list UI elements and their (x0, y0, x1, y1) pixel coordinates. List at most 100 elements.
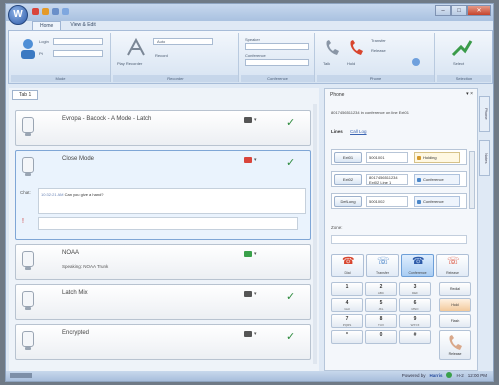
volume-dropdown[interactable]: ▾ (254, 157, 257, 163)
hold-status-icon (417, 156, 421, 160)
redial-button[interactable]: Redial (439, 282, 471, 296)
mode-login-label[interactable]: Login (39, 39, 49, 44)
answer-icon[interactable]: ✓ (286, 332, 298, 344)
vtab-phone[interactable]: Phone (479, 96, 490, 132)
speaker-icon[interactable] (244, 251, 252, 257)
mode-pt-field[interactable] (53, 50, 103, 57)
conference-field-2[interactable] (245, 59, 309, 66)
tab-1[interactable]: Tab 1 (12, 90, 39, 100)
key-star[interactable]: * (331, 330, 363, 344)
key-0[interactable]: 0 (365, 330, 397, 344)
lines-scrollbar[interactable] (469, 151, 475, 209)
hangup-phone-icon (449, 335, 462, 350)
line-item[interactable]: Ext01 5001001 Holding (331, 149, 467, 165)
answer-icon[interactable]: ✓ (286, 292, 298, 304)
line-state-text: Conference (423, 199, 444, 204)
panel-controls[interactable]: ▾ × (466, 91, 473, 97)
call-card-active[interactable]: Close Mode ▾ ✓ Chat: 10:32:21 AM Can you… (15, 150, 311, 240)
key-hash[interactable]: # (399, 330, 431, 344)
speaker-icon[interactable] (244, 331, 252, 337)
release-label[interactable]: Release (371, 48, 386, 53)
speaker-icon[interactable] (244, 291, 252, 297)
qat-icon-2[interactable] (42, 8, 49, 15)
selection-icon[interactable] (451, 37, 473, 59)
conference-field-1[interactable] (245, 43, 309, 50)
call-log-link[interactable]: Call Log (350, 129, 367, 134)
key-3[interactable]: 3 DEF (399, 282, 431, 296)
mute-icon[interactable] (244, 157, 252, 163)
user-status-icon[interactable] (17, 37, 39, 61)
powered-by-text: Powered by (401, 372, 426, 378)
recorder-icon[interactable] (125, 37, 147, 59)
key-digit: # (413, 332, 417, 338)
hold-key-button[interactable]: Hold (439, 298, 471, 312)
call-card[interactable]: Encrypted ▾ ✓ (15, 324, 311, 360)
play-recorder-label[interactable]: Play Recorder (117, 61, 142, 66)
key-1[interactable]: 1 (331, 282, 363, 296)
call-controls: ▾ (244, 249, 302, 271)
connection-ok-icon (446, 372, 453, 378)
minimize-button[interactable]: – (435, 5, 451, 16)
app-menu-button[interactable]: W (8, 5, 28, 25)
call-controls: ▾ ✓ (244, 115, 302, 137)
line-button[interactable]: Ext01 (334, 152, 362, 163)
talk-label[interactable]: Talk (323, 61, 330, 66)
zone-field[interactable] (331, 235, 467, 244)
transfer-label: Transfer (376, 271, 389, 275)
call-card[interactable]: Evropa - Bacock - A Mode - Latch ▾ ✓ (15, 110, 311, 146)
release-call-button[interactable]: Release (439, 330, 471, 360)
call-card[interactable]: Latch Mix ▾ ✓ (15, 284, 311, 320)
tab-lines[interactable]: Lines (331, 129, 343, 134)
transfer-label[interactable]: Transfer (371, 38, 386, 43)
ribbon-group-label: Mode (11, 75, 110, 82)
release-button[interactable]: ☏ Release (436, 254, 469, 277)
speaker-icon[interactable] (244, 117, 252, 123)
talk-phone-icon[interactable] (323, 39, 341, 57)
conference-button[interactable]: ☎ Conference (401, 254, 434, 277)
close-button[interactable]: ✕ (467, 5, 491, 16)
volume-dropdown[interactable]: ▾ (254, 331, 257, 337)
volume-dropdown[interactable]: ▾ (254, 117, 257, 123)
mode-pt-label[interactable]: Pt (39, 51, 43, 56)
select-label[interactable]: Select (453, 61, 464, 66)
ring-icon[interactable] (411, 57, 421, 67)
qat-icon-3[interactable] (52, 8, 59, 15)
call-card[interactable]: NOAA Speaking: NOAA Trunk ▾ (15, 244, 311, 280)
line-number: 8017456511234 Ext02 Line 1 (366, 174, 408, 185)
maximize-button[interactable]: □ (451, 5, 467, 16)
answer-icon[interactable]: ✓ (286, 118, 298, 130)
line-item[interactable]: DefLong 5001002 Conference (331, 193, 467, 209)
volume-dropdown[interactable]: ▾ (254, 291, 257, 297)
key-6[interactable]: 6 MNO (399, 298, 431, 312)
key-8[interactable]: 8 TUV (365, 314, 397, 328)
key-5[interactable]: 5 JKL (365, 298, 397, 312)
tab-home[interactable]: Home (32, 21, 62, 30)
key-digit: 8 (379, 316, 383, 322)
call-list-scrollbar[interactable] (313, 104, 317, 364)
key-2[interactable]: 2 ABC (365, 282, 397, 296)
flash-button[interactable]: Flash (439, 314, 471, 328)
mode-login-field[interactable] (53, 38, 103, 45)
dial-button[interactable]: ☎ Dial (331, 254, 364, 277)
qat-icon-1[interactable] (32, 8, 39, 15)
answer-icon[interactable]: ✓ (286, 158, 298, 170)
hold-phone-icon[interactable] (347, 39, 365, 57)
hold-label[interactable]: Hold (347, 61, 355, 66)
vtab-notes[interactable]: Notes (479, 140, 490, 176)
volume-dropdown[interactable]: ▾ (254, 251, 257, 257)
call-title: NOAA (62, 250, 80, 256)
key-7[interactable]: 7 PQRS (331, 314, 363, 328)
qat-icon-4[interactable] (62, 8, 69, 15)
line-button[interactable]: DefLong (334, 196, 362, 207)
key-9[interactable]: 9 WXYZ (399, 314, 431, 328)
tab-view-edit[interactable]: View & Edit (63, 21, 102, 30)
ribbon-group-phone: Talk Hold Transfer Release Phone (317, 33, 435, 82)
line-button[interactable]: Ext02 (334, 174, 362, 185)
chat-input[interactable] (38, 217, 298, 230)
line-state: Conference (414, 174, 460, 185)
line-item[interactable]: Ext02 8017456511234 Ext02 Line 1 Conferen… (331, 171, 467, 187)
key-4[interactable]: 4 GHI (331, 298, 363, 312)
transfer-button[interactable]: ☏ Transfer (366, 254, 399, 277)
record-checkbox-label[interactable]: Record (155, 53, 168, 58)
ribbon-group-label: Conference (241, 75, 314, 82)
